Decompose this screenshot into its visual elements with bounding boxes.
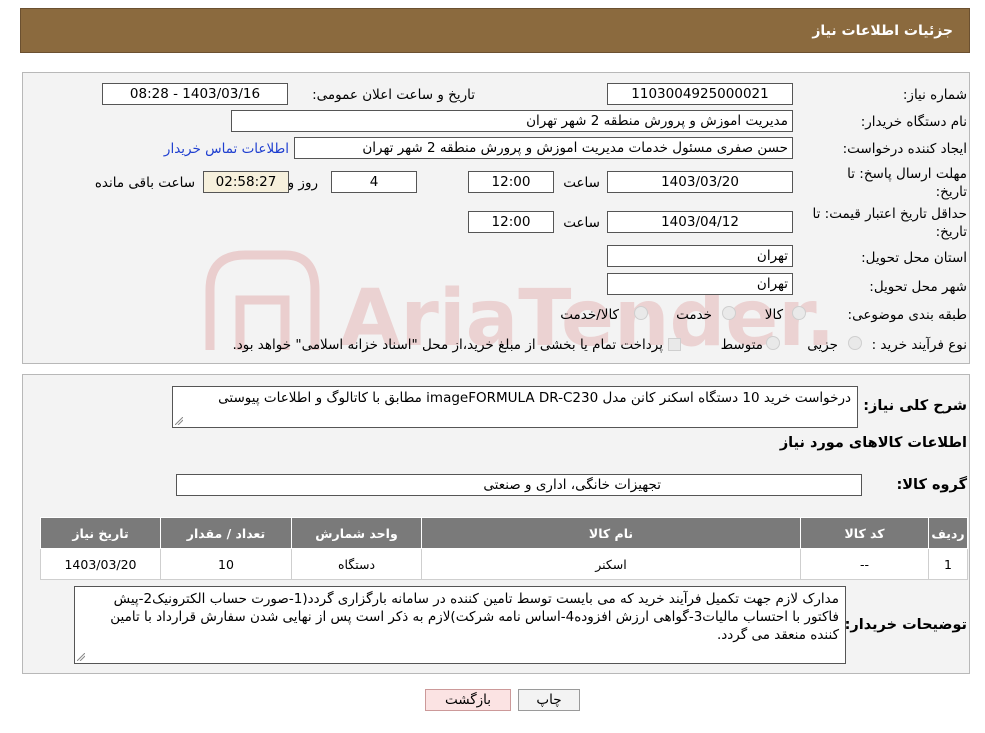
validity-time-field: 12:00 — [468, 211, 554, 233]
deadline-label: مهلت ارسال پاسخ: تا — [847, 166, 967, 182]
need-summary-text: درخواست خرید 10 دستگاه اسکنر کانن مدل im… — [218, 390, 851, 406]
process-payment-note: پرداخت تمام یا بخشی از مبلغ خرید،از محل … — [232, 337, 663, 353]
requester-field: حسن صفری مسئول خدمات مدیریت اموزش و پرور… — [294, 137, 793, 159]
announce-datetime-label: تاریخ و ساعت اعلان عمومی: — [312, 87, 475, 103]
category-label: طبقه بندی موضوعی: — [847, 307, 967, 323]
remaining-time-field: 02:58:27 — [203, 171, 289, 193]
goods-group-field: تجهیزات خانگی، اداری و صنعتی — [176, 474, 862, 496]
remaining-time-label: ساعت باقی مانده — [94, 175, 195, 191]
cell-goods-name: اسکنر — [421, 548, 801, 580]
validity-label-line2: تاریخ: — [935, 224, 967, 240]
goods-group-label: گروه کالا: — [896, 477, 967, 493]
goods-table: ردیف کد کالا نام کالا واحد شمارش تعداد /… — [40, 517, 968, 580]
cell-unit: دستگاه — [291, 548, 422, 580]
province-label: استان محل تحویل: — [861, 250, 967, 266]
goods-info-title: اطلاعات کالاهای مورد نیاز — [779, 435, 967, 451]
col-row-number: ردیف — [928, 517, 968, 549]
table-row: 1 -- اسکنر دستگاه 10 1403/03/20 — [40, 548, 968, 580]
buyer-notes-text: مدارک لازم جهت تکمیل فرآیند خرید که می ب… — [110, 591, 839, 643]
print-button[interactable]: چاپ — [518, 689, 580, 711]
need-summary-field: درخواست خرید 10 دستگاه اسکنر کانن مدل im… — [172, 386, 858, 428]
back-button[interactable]: بازگشت — [425, 689, 511, 711]
validity-time-label: ساعت — [563, 215, 600, 231]
city-field: تهران — [607, 273, 793, 295]
buyer-contact-link[interactable]: اطلاعات تماس خریدار — [164, 141, 289, 157]
category-option-goods-service: کالا/خدمت — [560, 307, 619, 323]
resize-grip-icon[interactable] — [77, 653, 85, 661]
col-need-date: تاریخ نیاز — [40, 517, 161, 549]
days-label: روز و — [287, 175, 318, 191]
buyer-org-label: نام دستگاه خریدار: — [860, 114, 967, 130]
city-label: شهر محل تحویل: — [869, 279, 967, 295]
requester-label: ایجاد کننده درخواست: — [842, 141, 967, 157]
deadline-date-field: 1403/03/20 — [607, 171, 793, 193]
deadline-label-line2: تاریخ: — [935, 184, 967, 200]
cell-goods-code: -- — [800, 548, 929, 580]
col-goods-code: کد کالا — [800, 517, 929, 549]
category-option-service: خدمت — [676, 307, 712, 323]
process-checkbox[interactable] — [668, 338, 681, 351]
page-header: جزئیات اطلاعات نیاز — [20, 8, 970, 53]
need-summary-label: شرح کلی نیاز: — [863, 398, 967, 414]
buyer-org-field: مدیریت اموزش و پرورش منطقه 2 شهر تهران — [231, 110, 793, 132]
buyer-notes-label: توضیحات خریدار: — [844, 617, 967, 633]
category-radio-goods[interactable] — [792, 306, 806, 320]
process-type-label: نوع فرآیند خرید : — [871, 337, 967, 353]
col-goods-name: نام کالا — [421, 517, 801, 549]
deadline-time-label: ساعت — [563, 175, 600, 191]
category-option-goods: کالا — [764, 307, 783, 323]
resize-grip-icon[interactable] — [175, 417, 183, 425]
cell-quantity: 10 — [160, 548, 292, 580]
validity-label: حداقل تاریخ اعتبار قیمت: تا — [812, 206, 967, 222]
col-quantity: تعداد / مقدار — [160, 517, 292, 549]
process-option-minor: جزیی — [807, 337, 838, 353]
process-radio-medium[interactable] — [766, 336, 780, 350]
cell-need-date: 1403/03/20 — [40, 548, 161, 580]
cell-row-number: 1 — [928, 548, 968, 580]
validity-date-field: 1403/04/12 — [607, 211, 793, 233]
page-title: جزئیات اطلاعات نیاز — [812, 23, 953, 39]
category-radio-service[interactable] — [722, 306, 736, 320]
need-number-label: شماره نیاز: — [902, 87, 967, 103]
process-radio-minor[interactable] — [848, 336, 862, 350]
deadline-time-field: 12:00 — [468, 171, 554, 193]
days-remaining-field: 4 — [331, 171, 417, 193]
col-unit: واحد شمارش — [291, 517, 422, 549]
buyer-notes-field: مدارک لازم جهت تکمیل فرآیند خرید که می ب… — [74, 586, 846, 664]
process-option-medium: متوسط — [720, 337, 763, 353]
goods-table-header-row: ردیف کد کالا نام کالا واحد شمارش تعداد /… — [40, 517, 968, 549]
province-field: تهران — [607, 245, 793, 267]
need-number-field: 1103004925000021 — [607, 83, 793, 105]
announce-datetime-field: 1403/03/16 - 08:28 — [102, 83, 288, 105]
category-radio-goods-service[interactable] — [634, 306, 648, 320]
